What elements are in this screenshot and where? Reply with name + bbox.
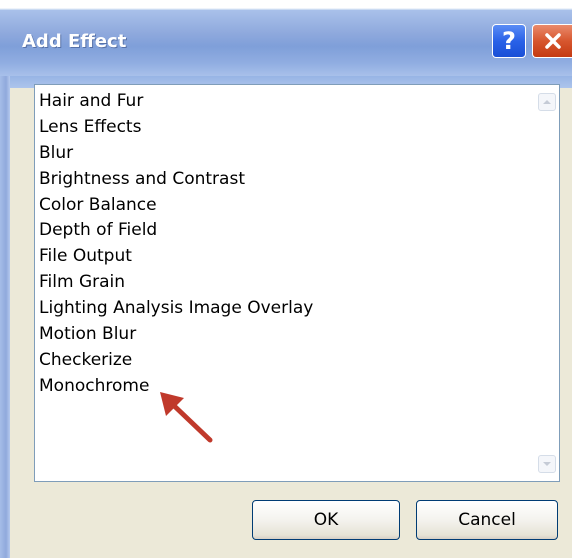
- help-button[interactable]: ?: [492, 24, 526, 58]
- title-bar: Add Effect ?: [0, 0, 572, 88]
- list-item[interactable]: Film Grain: [39, 269, 313, 295]
- close-x-icon: [544, 33, 561, 49]
- list-item[interactable]: Lighting Analysis Image Overlay: [39, 295, 313, 321]
- red-arrow-pointer-icon: [160, 392, 213, 443]
- dialog-title: Add Effect: [22, 31, 127, 52]
- scroll-down-button[interactable]: [538, 455, 556, 473]
- ok-button[interactable]: OK: [252, 500, 400, 540]
- cancel-button[interactable]: Cancel: [416, 500, 558, 540]
- list-item[interactable]: Motion Blur: [39, 321, 313, 347]
- list-item[interactable]: File Output: [39, 243, 313, 269]
- question-mark-icon: ?: [502, 27, 516, 55]
- list-item[interactable]: Depth of Field: [39, 217, 313, 243]
- list-item[interactable]: Color Balance: [39, 192, 313, 218]
- list-item[interactable]: Blur: [39, 140, 313, 166]
- chevron-down-icon: [543, 462, 551, 466]
- list-item[interactable]: Hair and Fur: [39, 88, 313, 114]
- effects-list: Hair and Fur Lens Effects Blur Brightnes…: [39, 88, 313, 399]
- close-button[interactable]: [532, 24, 572, 58]
- list-item[interactable]: Brightness and Contrast: [39, 166, 313, 192]
- list-item[interactable]: Checkerize: [39, 347, 313, 373]
- list-item[interactable]: Lens Effects: [39, 114, 313, 140]
- chevron-up-icon: [543, 100, 551, 104]
- add-effect-dialog: Add Effect ? Hair and Fur Lens Effects B…: [0, 0, 572, 558]
- effects-listbox[interactable]: Hair and Fur Lens Effects Blur Brightnes…: [34, 84, 560, 482]
- scroll-up-button[interactable]: [538, 93, 556, 111]
- window-left-border: [0, 76, 10, 558]
